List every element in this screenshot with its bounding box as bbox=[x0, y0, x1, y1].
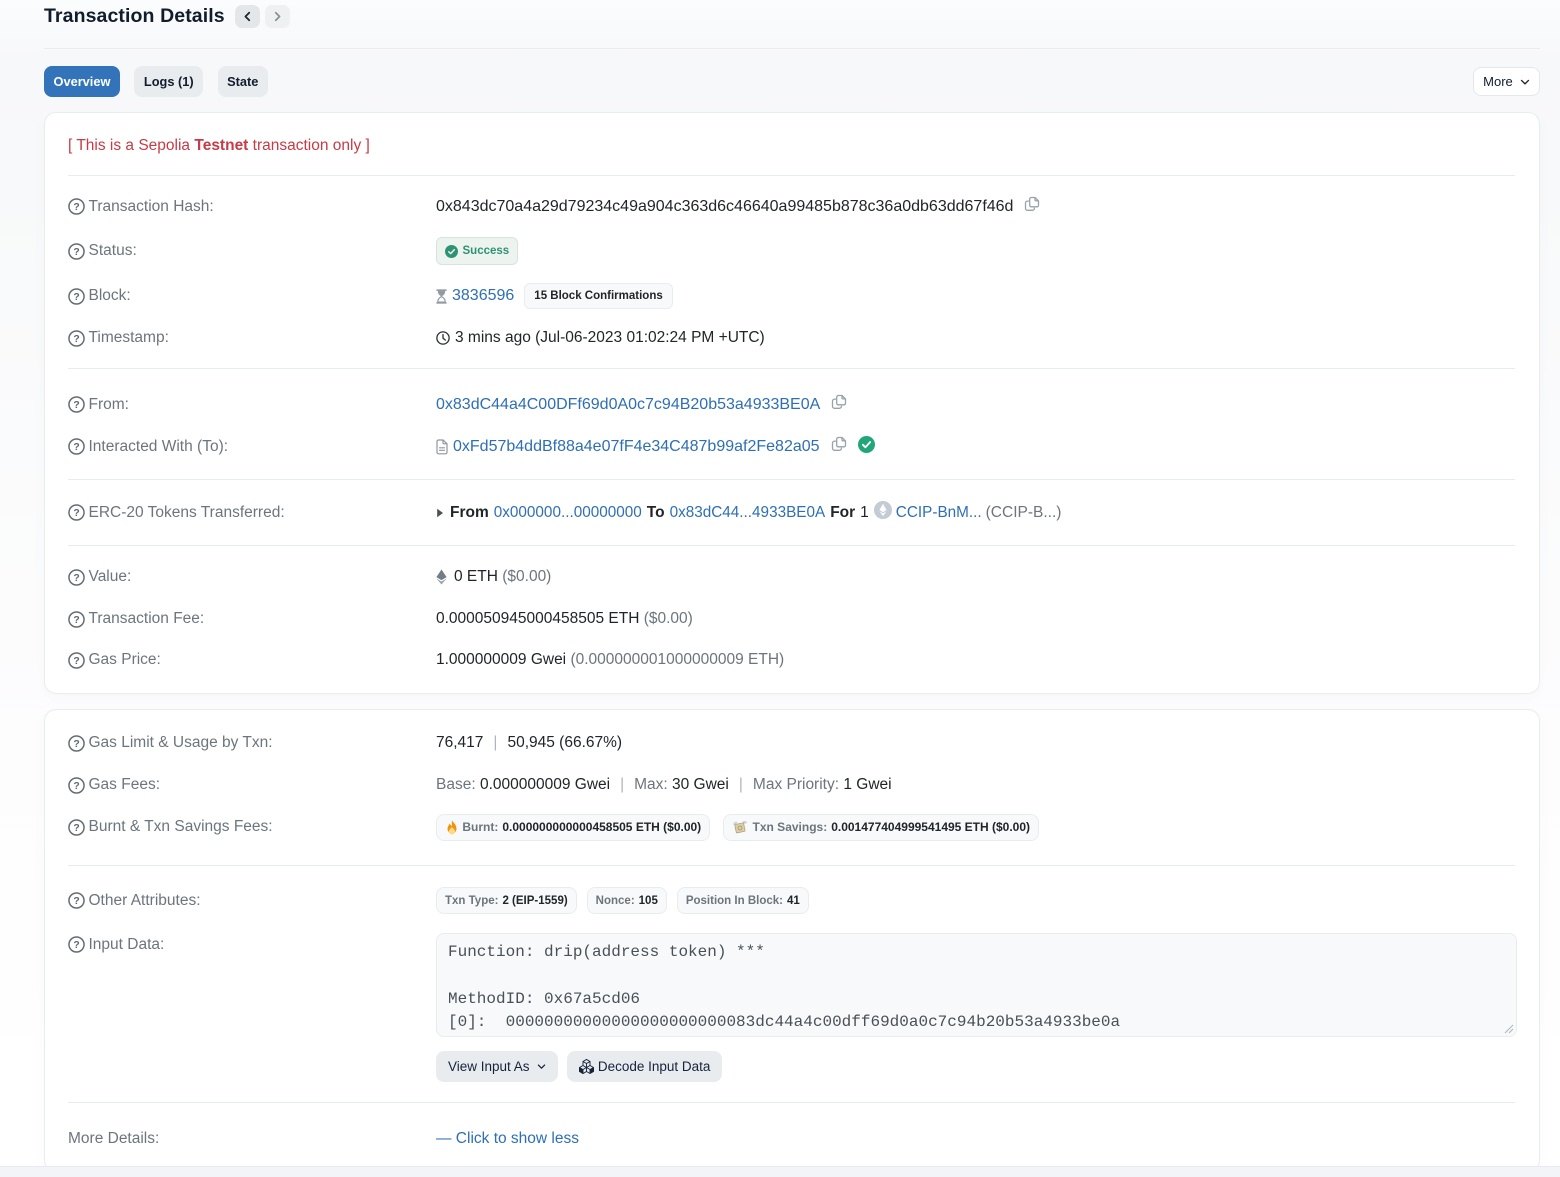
svg-text:?: ? bbox=[73, 508, 79, 519]
svg-text:?: ? bbox=[73, 247, 79, 258]
svg-text:?: ? bbox=[73, 940, 79, 951]
svg-text:?: ? bbox=[73, 334, 79, 345]
svg-text:?: ? bbox=[73, 739, 79, 750]
svg-text:?: ? bbox=[73, 292, 79, 303]
svg-text:?: ? bbox=[73, 202, 79, 213]
svg-text:?: ? bbox=[73, 442, 79, 453]
svg-text:?: ? bbox=[73, 573, 79, 584]
svg-text:?: ? bbox=[73, 781, 79, 792]
svg-text:?: ? bbox=[73, 896, 79, 907]
svg-text:?: ? bbox=[73, 656, 79, 667]
svg-text:?: ? bbox=[73, 615, 79, 626]
svg-text:?: ? bbox=[73, 400, 79, 411]
svg-text:?: ? bbox=[73, 823, 79, 834]
